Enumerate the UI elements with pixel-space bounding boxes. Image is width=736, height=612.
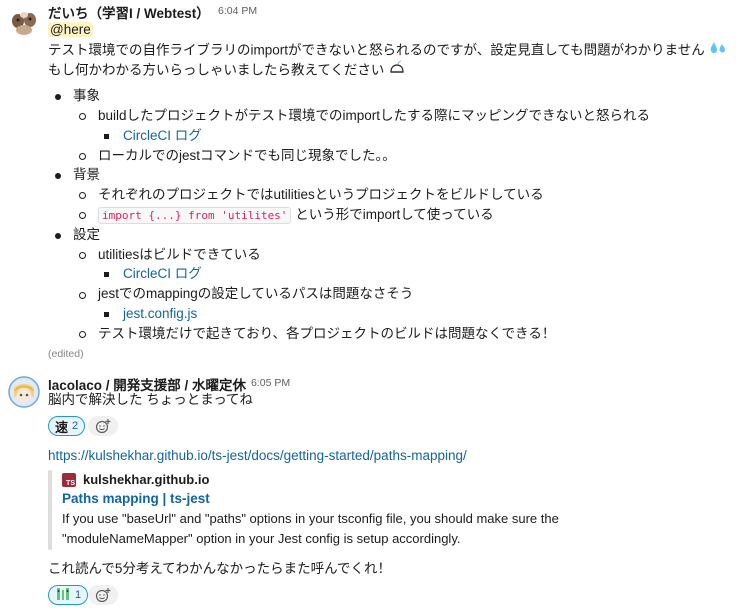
message-text: もし何かわかる方いらっしゃいましたら教えてください xyxy=(48,62,385,78)
unfurl-bar xyxy=(48,470,52,550)
list-bullet xyxy=(104,272,109,277)
reaction-pill[interactable]: 速 2 xyxy=(48,416,86,436)
speed-kanji-emoji: 速 xyxy=(55,419,69,435)
list-bullet xyxy=(55,173,61,179)
add-reaction-icon xyxy=(95,588,111,603)
list-item: 設定 xyxy=(73,227,100,242)
unfurl-description: "moduleNameMapper" option in your Jest c… xyxy=(62,531,461,546)
list-bullet xyxy=(79,252,86,259)
reaction-pill[interactable]: 1 xyxy=(48,585,89,605)
circleci-log-link[interactable]: CircleCI ログ xyxy=(123,264,202,284)
avatar-lacolaco[interactable] xyxy=(8,376,40,408)
list-bullet xyxy=(79,153,86,160)
message-timestamp[interactable]: 6:04 PM xyxy=(218,5,257,17)
list-bullet xyxy=(79,292,86,299)
message-text: 脳内で解決した ちょっとまってね xyxy=(48,392,254,407)
mention[interactable]: @here xyxy=(48,20,93,40)
message-line: もし何かわかる方いらっしゃいましたら教えてください xyxy=(48,60,406,82)
inline-code: import {...} from 'utilites' xyxy=(98,207,292,224)
message-timestamp[interactable]: 6:05 PM xyxy=(251,377,290,389)
reaction-count: 1 xyxy=(75,589,82,601)
list-bullet xyxy=(55,233,61,239)
list-item: jestでのmappingの設定しているパスは問題なさそう xyxy=(98,286,414,301)
avatar-daichi[interactable] xyxy=(8,6,40,38)
sweat-drops-icon xyxy=(709,40,727,62)
paths-mapping-url[interactable]: https://kulshekhar.github.io/ts-jest/doc… xyxy=(48,446,467,466)
list-item: ローカルでのjestコマンドでも同じ現象でした。。 xyxy=(98,148,396,163)
list-bullet xyxy=(79,192,86,199)
list-bullet xyxy=(79,212,86,219)
circleci-log-link[interactable]: CircleCI ログ xyxy=(123,126,202,146)
alien-emoji-icon xyxy=(55,587,71,604)
list-bullet xyxy=(104,134,109,139)
list-item-text: という形でimportして使っている xyxy=(295,207,494,222)
unfurl-description: If you use "baseUrl" and "paths" options… xyxy=(62,511,559,526)
unfurl-title[interactable]: Paths mapping | ts-jest xyxy=(62,489,210,509)
add-reaction-button[interactable] xyxy=(88,416,118,436)
list-item: テスト環境だけで起きており、各プロジェクトのビルドは問題なくできる！ xyxy=(98,326,556,341)
list-item: それぞれのプロジェクトではutilitiesというプロジェクトをビルドしている xyxy=(98,187,544,202)
list-bullet xyxy=(55,94,61,100)
list-item: buildしたプロジェクトがテスト環境でのimportしたする際にマッピングでき… xyxy=(98,108,651,123)
unfurl-site: kulshekhar.github.io xyxy=(83,472,210,487)
message-line: テスト環境での自作ライブラリのimportができないと怒られるのですが、設定見直… xyxy=(48,40,727,62)
ts-badge-icon: TS xyxy=(62,473,76,487)
message-text: これ読んで5分考えてわかんなかったらまた呼んでくれ！ xyxy=(48,561,391,576)
ninja-emoji-icon xyxy=(388,60,406,82)
reaction-count: 2 xyxy=(72,420,79,432)
message-text: テスト環境での自作ライブラリのimportができないと怒られるのですが、設定見直… xyxy=(48,42,705,58)
list-item: 背景 xyxy=(73,167,100,182)
list-bullet xyxy=(79,331,86,338)
add-reaction-icon xyxy=(95,419,111,434)
message-author[interactable]: だいち（学習I / Webtest） xyxy=(48,2,210,22)
add-reaction-button[interactable] xyxy=(88,585,118,605)
ts-badge-text: TS xyxy=(66,480,75,487)
list-item: import {...} from 'utilites' という形でimport… xyxy=(98,205,494,226)
here-mention[interactable]: @here xyxy=(48,22,93,37)
list-item: 事象 xyxy=(73,88,100,103)
list-bullet xyxy=(104,312,109,317)
list-item: utilitiesはビルドできている xyxy=(98,247,261,262)
edited-label: (edited) xyxy=(48,348,84,360)
jest-config-link[interactable]: jest.config.js xyxy=(123,304,197,324)
list-bullet xyxy=(79,113,86,120)
